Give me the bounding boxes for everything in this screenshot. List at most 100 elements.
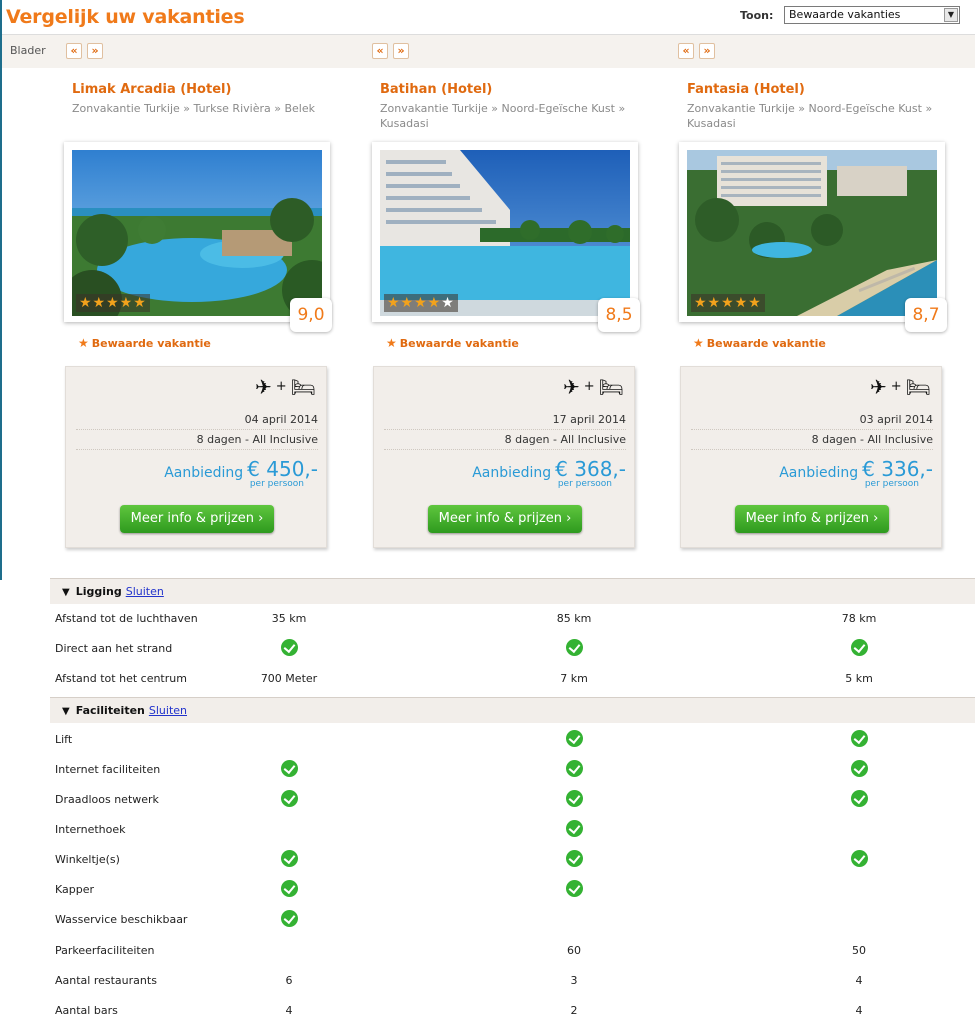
table-row: Parkeerfaciliteiten 60 50 [50, 935, 975, 965]
bed-icon: 🛏 [905, 375, 931, 399]
saved-vacation-label[interactable]: ★ Bewaarde vakantie [386, 336, 519, 350]
section-header-faciliteiten[interactable]: ▼ Faciliteiten Sluiten [50, 697, 975, 723]
table-row: Aantal restaurants 6 3 4 [50, 965, 975, 995]
cell-value [514, 730, 634, 750]
check-icon [565, 790, 583, 807]
check-icon [850, 760, 868, 777]
check-icon [850, 730, 868, 747]
deal-box: ✈ + 🛏 17 april 2014 8 dagen - All Inclusiv… [373, 366, 635, 548]
section-header-ligging[interactable]: ▼ Ligging Sluiten [50, 578, 975, 604]
cell-value: 60 [567, 944, 581, 957]
saved-vacation-label[interactable]: ★ Bewaarde vakantie [693, 336, 826, 350]
cell-value [229, 760, 349, 780]
more-info-button[interactable]: Meer info & prijzen › [428, 505, 582, 533]
rating-badge: 8,7 [905, 298, 947, 332]
cell-value [229, 910, 349, 930]
table-row: Afstand tot de luchthaven 35 km 85 km 78… [50, 603, 975, 633]
star-rating: ★★★★★ [384, 294, 458, 312]
row-label: Aantal restaurants [55, 974, 157, 987]
hotel-photo[interactable]: ★★★★★ [72, 150, 322, 316]
chevron-down-icon[interactable]: ▼ [944, 8, 958, 22]
bed-icon: 🛏 [598, 375, 624, 399]
price: € 450,- [247, 457, 318, 481]
prev-button-col2[interactable]: « [372, 43, 388, 59]
close-section-link[interactable]: Sluiten [126, 585, 164, 598]
cell-value [799, 760, 919, 780]
offer-label: Aanbieding [779, 465, 859, 481]
hotel-photo[interactable]: ★★★★★ [380, 150, 630, 316]
price-row: Aanbieding € 336,- [779, 457, 933, 481]
hotel-name[interactable]: Batihan (Hotel) [380, 82, 492, 97]
table-row: Draadloos netwerk [50, 784, 975, 814]
table-row: Winkeltje(s) [50, 844, 975, 874]
offer-label: Aanbieding [472, 465, 552, 481]
check-icon [565, 760, 583, 777]
check-icon [280, 850, 298, 867]
star-icon: ★ [693, 336, 704, 350]
cell-value [229, 790, 349, 810]
page-header: Vergelijk uw vakanties Toon: Bewaarde va… [0, 0, 975, 34]
cell-value [799, 730, 919, 750]
table-row: Kapper [50, 874, 975, 904]
table-row: Internethoek [50, 814, 975, 844]
hotel-photo-frame: ★★★★★ 8,5 [372, 142, 640, 332]
cell-value [229, 850, 349, 870]
departure-date: 17 april 2014 [384, 413, 626, 430]
deal-box: ✈ + 🛏 04 april 2014 8 dagen - All Inclusiv… [65, 366, 327, 548]
check-icon [850, 850, 868, 867]
flight-hotel-icons: ✈ + 🛏 [563, 375, 624, 399]
cell-value [514, 790, 634, 810]
cell-value: 7 km [560, 672, 588, 685]
check-icon [280, 639, 298, 656]
check-icon [280, 790, 298, 807]
hotel-name[interactable]: Fantasia (Hotel) [687, 82, 805, 97]
check-icon [280, 760, 298, 777]
cell-value: 50 [852, 944, 866, 957]
table-row: Internet faciliteiten [50, 754, 975, 784]
next-button-col3[interactable]: » [699, 43, 715, 59]
more-info-button[interactable]: Meer info & prijzen › [120, 505, 274, 533]
duration-board: 8 dagen - All Inclusive [76, 433, 318, 450]
prev-button-col1[interactable]: « [66, 43, 82, 59]
prev-button-col3[interactable]: « [678, 43, 694, 59]
cell-value [799, 639, 919, 659]
plus-icon: + [583, 379, 595, 394]
duration-board: 8 dagen - All Inclusive [691, 433, 933, 450]
toon-select[interactable]: Bewaarde vakanties ▼ [784, 6, 960, 24]
cell-value [514, 639, 634, 659]
hotel-photo[interactable]: ★★★★★ [687, 150, 937, 316]
row-label: Aantal bars [55, 1004, 118, 1017]
bed-icon: 🛏 [290, 375, 316, 399]
triangle-down-icon: ▼ [62, 706, 70, 717]
hotel-breadcrumb: Zonvakantie Turkije » Noord-Egeïsche Kus… [687, 102, 933, 130]
hotel-breadcrumb: Zonvakantie Turkije » Noord-Egeïsche Kus… [380, 102, 626, 130]
star-rating: ★★★★★ [76, 294, 150, 312]
toon-select-value: Bewaarde vakanties [789, 8, 901, 21]
triangle-down-icon: ▼ [62, 587, 70, 598]
cell-value: 5 km [845, 672, 873, 685]
row-label: Winkeltje(s) [55, 853, 120, 866]
check-icon [565, 639, 583, 656]
per-person-label: per persoon [864, 479, 919, 489]
table-row: Wasservice beschikbaar [50, 904, 975, 934]
plane-icon: ✈ [562, 375, 580, 399]
next-button-col2[interactable]: » [393, 43, 409, 59]
price-row: Aanbieding € 450,- [164, 457, 318, 481]
cell-value: 4 [855, 1004, 863, 1017]
cell-value [229, 639, 349, 659]
more-info-button[interactable]: Meer info & prijzen › [735, 505, 889, 533]
cell-value: 78 km [841, 612, 877, 625]
plus-icon: + [890, 379, 902, 394]
rating-badge: 9,0 [290, 298, 332, 332]
check-icon [565, 850, 583, 867]
saved-vacation-label[interactable]: ★ Bewaarde vakantie [78, 336, 211, 350]
flight-hotel-icons: ✈ + 🛏 [870, 375, 931, 399]
price: € 368,- [555, 457, 626, 481]
cell-value [514, 820, 634, 840]
check-icon [280, 910, 298, 927]
close-section-link[interactable]: Sluiten [149, 704, 187, 717]
star-icon: ★ [78, 336, 89, 350]
next-button-col1[interactable]: » [87, 43, 103, 59]
hotel-name[interactable]: Limak Arcadia (Hotel) [72, 82, 231, 97]
table-row: Afstand tot het centrum 700 Meter 7 km 5… [50, 663, 975, 693]
